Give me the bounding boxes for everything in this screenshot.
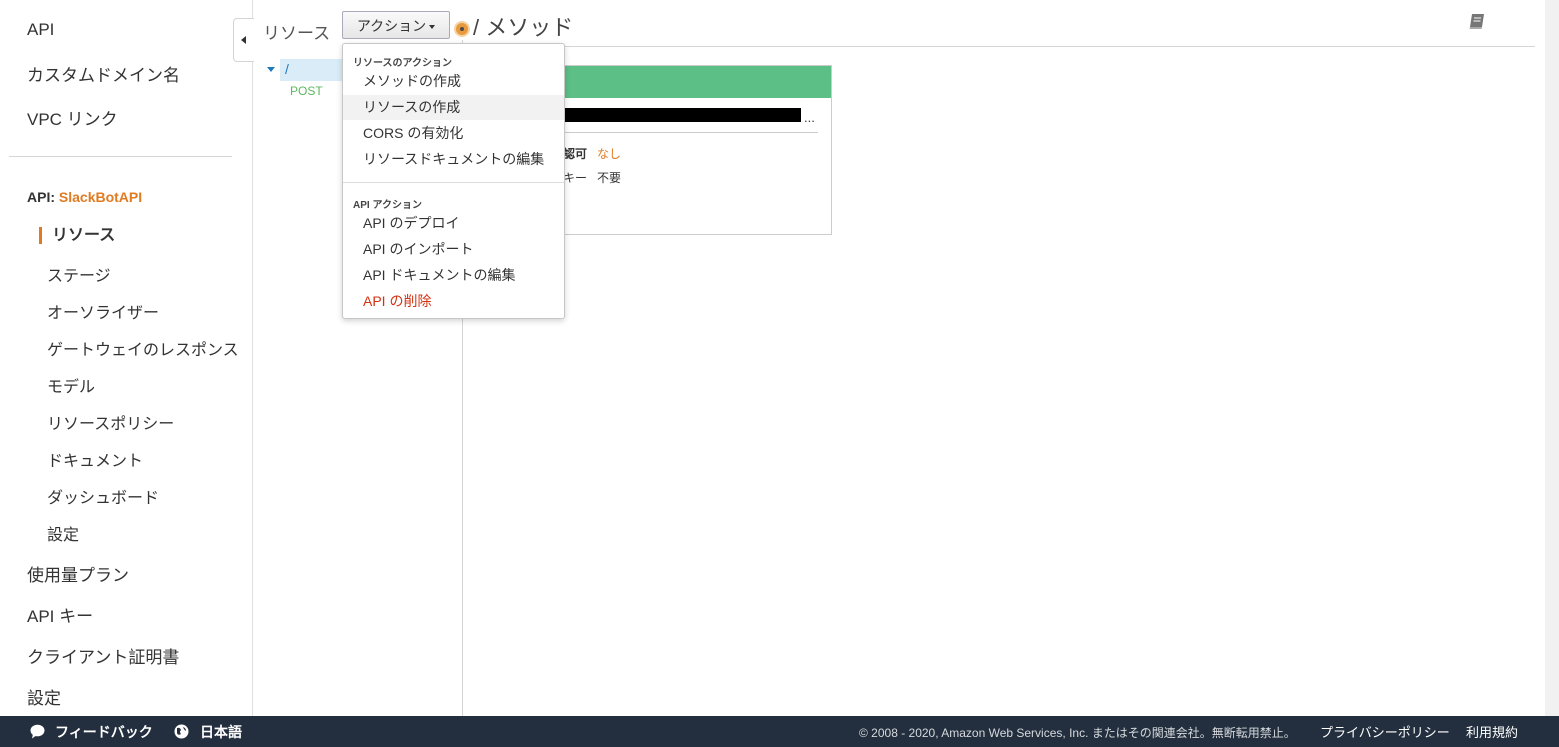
nav-item-custom-domain[interactable]: カスタムドメイン名: [27, 61, 180, 86]
auth-label: 認可: [563, 147, 588, 161]
nav-divider: [9, 156, 232, 157]
auth-value[interactable]: なし: [597, 145, 621, 162]
page-title: / メソッド: [473, 15, 574, 40]
redacted-endpoint: [563, 108, 801, 122]
language-selector[interactable]: 日本語: [200, 722, 242, 742]
api-name-link[interactable]: SlackBotAPI: [59, 189, 142, 205]
nav-item-resources[interactable]: リソース: [39, 227, 115, 244]
endpoint-ellipsis: ...: [804, 110, 815, 125]
nav-item-authorizers[interactable]: オーソライザー: [47, 299, 159, 323]
nav-item-stages[interactable]: ステージ: [47, 262, 111, 286]
nav-item-api-settings[interactable]: 設定: [47, 521, 79, 545]
nav-item-models[interactable]: モデル: [47, 373, 95, 397]
speech-bubble-icon: [30, 724, 45, 739]
menu-header-api-actions: API アクション: [353, 200, 422, 211]
menu-item-create-method[interactable]: メソッドの作成: [343, 69, 564, 94]
menu-item-create-resource[interactable]: リソースの作成: [343, 95, 564, 120]
nav-item-gateway-responses[interactable]: ゲートウェイのレスポンス: [47, 336, 239, 360]
actions-dropdown-button[interactable]: アクション: [342, 11, 450, 39]
api-key-value: 不要: [597, 171, 622, 185]
api-key-label: キー: [563, 171, 588, 185]
api-prefix: API:: [27, 189, 55, 205]
method-card-header[interactable]: [547, 66, 831, 98]
book-icon[interactable]: [1468, 13, 1486, 30]
nav-item-client-certificates[interactable]: クライアント証明書: [27, 643, 179, 668]
method-card: ... 認可 なし キー 不要: [546, 65, 832, 235]
menu-item-delete-api[interactable]: API の削除: [343, 289, 564, 314]
resource-path-label: /: [285, 61, 289, 77]
header-divider: [474, 46, 1535, 47]
left-navigation: API カスタムドメイン名 VPC リンク API: SlackBotAPI リ…: [0, 0, 253, 716]
nav-item-api-keys[interactable]: API キー: [27, 602, 93, 627]
menu-item-enable-cors[interactable]: CORS の有効化: [343, 121, 564, 146]
copyright-text: © 2008 - 2020, Amazon Web Services, Inc.…: [859, 726, 1296, 740]
privacy-policy-link[interactable]: プライバシーポリシー: [1320, 722, 1450, 741]
caret-left-icon: [241, 36, 246, 44]
resources-panel-title: リソース: [263, 24, 331, 43]
nav-item-resource-policy[interactable]: リソースポリシー: [47, 410, 174, 434]
actions-label: アクション: [356, 18, 427, 34]
nav-item-vpc-link[interactable]: VPC リンク: [27, 105, 118, 130]
resource-tree-root[interactable]: /: [263, 59, 370, 81]
nav-item-api[interactable]: API: [27, 20, 54, 40]
globe-icon: [174, 724, 189, 739]
nav-item-documentation[interactable]: ドキュメント: [47, 447, 143, 471]
nav-item-dashboard[interactable]: ダッシュボード: [47, 484, 159, 508]
menu-item-import-api[interactable]: API のインポート: [343, 237, 564, 262]
api-heading: API: SlackBotAPI: [27, 189, 142, 205]
footer: フィードバック 日本語 © 2008 - 2020, Amazon Web Se…: [0, 716, 1559, 747]
nav-item-settings[interactable]: 設定: [27, 684, 61, 709]
menu-header-resource-actions: リソースのアクション: [353, 58, 452, 69]
menu-item-edit-resource-docs[interactable]: リソースドキュメントの編集: [343, 147, 564, 172]
expand-triangle-icon[interactable]: [267, 67, 275, 72]
collapse-nav-button[interactable]: [233, 18, 254, 62]
tree-method-post[interactable]: POST: [290, 84, 323, 98]
actions-menu: リソースのアクション メソッドの作成 リソースの作成 CORS の有効化 リソー…: [342, 43, 565, 319]
card-divider: [563, 132, 818, 133]
vertical-scrollbar[interactable]: [1545, 0, 1559, 716]
feedback-link[interactable]: フィードバック: [55, 722, 153, 742]
caret-down-icon: [429, 25, 436, 30]
menu-item-deploy-api[interactable]: API のデプロイ: [343, 211, 564, 236]
activity-indicator-icon: [456, 23, 468, 35]
menu-divider: [343, 182, 564, 183]
nav-item-usage-plans[interactable]: 使用量プラン: [27, 561, 129, 586]
terms-link[interactable]: 利用規約: [1466, 722, 1518, 741]
menu-item-edit-api-docs[interactable]: API ドキュメントの編集: [343, 263, 564, 288]
